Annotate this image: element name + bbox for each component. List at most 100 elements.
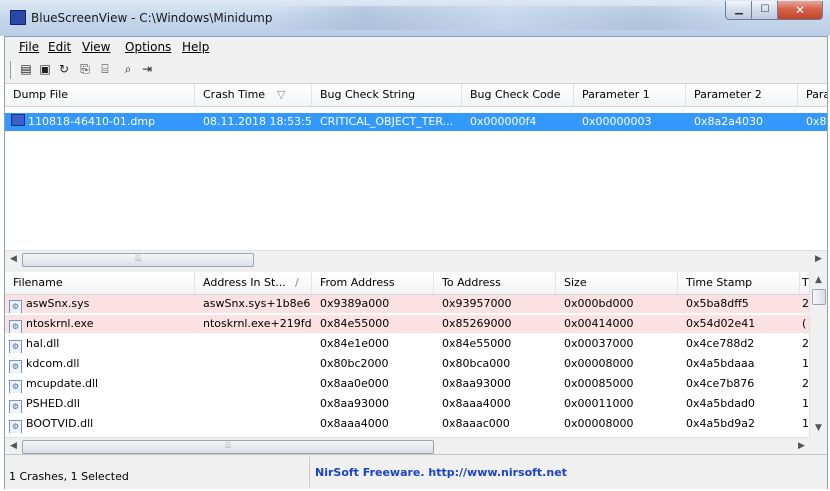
time-stamp-cell: 0x5ba8dff5 (686, 297, 749, 310)
dump-list-header: Dump File Crash Time ▽ Bug Check String B… (5, 84, 827, 107)
size-cell: 0x00008000 (564, 357, 634, 370)
vscroll-thumb[interactable] (812, 289, 826, 305)
address-in-stack-cell: ntoskrnl.exe+219fd0 (203, 317, 312, 330)
dump-list-hscroll[interactable]: ◀ ⦙⦙⦙ ▶ (5, 250, 827, 267)
driver-list-hscroll[interactable]: ◀ ⦙⦙⦙ ▶ (5, 437, 810, 454)
menu-edit[interactable]: Edit (48, 40, 71, 54)
time-stamp-cell: 0x4a5bd9a2 (686, 417, 755, 430)
toolbar-grip (10, 61, 14, 79)
copy-icon[interactable]: ⎘ (77, 61, 93, 77)
size-cell: 0x00414000 (564, 317, 634, 330)
table-row[interactable]: ⚙ ntoskrnl.exe ntoskrnl.exe+219fd0 0x84e550… (5, 315, 810, 333)
html-report-icon[interactable]: ⌸ (97, 61, 113, 77)
time-stamp-cell: 0x4ce7b876 (686, 377, 755, 390)
bug-check-code-cell: 0x000000f4 (470, 115, 537, 128)
size-cell: 0x00037000 (564, 337, 634, 350)
size-cell: 0x000bd000 (564, 297, 634, 310)
table-row[interactable]: ⚙ PSHED.dll 0x8aa93000 0x8aaa4000 0x00011000… (5, 395, 810, 413)
driver-file-icon: ⚙ (9, 360, 22, 373)
col-filename[interactable]: Filename (5, 272, 195, 294)
menu-options[interactable]: Options (125, 40, 171, 54)
dump-list: Dump File Crash Time ▽ Bug Check String B… (5, 84, 827, 267)
col-parameter-3[interactable]: Para (798, 84, 827, 106)
driver-file-icon: ⚙ (9, 340, 22, 353)
driver-file-icon: ⚙ (9, 300, 22, 313)
col-to-address[interactable]: To Address (434, 272, 556, 294)
col-size[interactable]: Size (556, 272, 678, 294)
find-icon[interactable]: ⌕ (120, 61, 136, 77)
table-row[interactable]: ⚙ kdcom.dll 0x80bc2000 0x80bca000 0x00008000… (5, 355, 810, 373)
scroll-left-icon[interactable]: ◀ (5, 251, 22, 267)
scroll-left-icon[interactable]: ◀ (5, 438, 22, 454)
col-time-stamp[interactable]: Time Stamp (678, 272, 800, 294)
scroll-down-icon[interactable]: ▼ (810, 420, 827, 437)
parameter-2-cell: 0x8a2a4030 (694, 115, 763, 128)
col-dump-file[interactable]: Dump File (5, 84, 195, 106)
scroll-thumb[interactable]: ⦙⦙⦙ (22, 253, 254, 267)
col-address-in-stack[interactable]: Address In St... / (195, 272, 312, 294)
sort-marker-icon: / (295, 276, 299, 289)
bluescreenview-window: BlueScreenView - C:\Windows\Minidump ▁ ☐… (0, 0, 830, 491)
exit-icon[interactable]: ⇥ (139, 61, 155, 77)
filename-cell: ⚙ BOOTVID.dll (5, 415, 195, 433)
col-bug-check-string[interactable]: Bug Check String (312, 84, 462, 106)
driver-list: Filename Address In St... / From Address … (5, 272, 827, 454)
maximize-button[interactable]: ☐ (751, 1, 779, 20)
address-in-stack-cell (195, 335, 312, 353)
to-address-cell: 0x93957000 (442, 297, 512, 310)
dump-file-icon (11, 114, 25, 126)
filename-cell: ⚙ aswSnx.sys (5, 295, 195, 313)
driver-file-icon: ⚙ (9, 320, 22, 333)
from-address-cell: 0x84e55000 (320, 317, 390, 330)
driver-list-vscroll[interactable]: ▲ ▼ (809, 272, 827, 454)
to-address-cell: 0x84e55000 (442, 337, 512, 350)
to-address-cell: 0x85269000 (442, 317, 512, 330)
size-cell: 0x00085000 (564, 377, 634, 390)
col-bug-check-code[interactable]: Bug Check Code (462, 84, 574, 106)
parameter-3-cell: 0x8... (806, 115, 827, 128)
menu-file[interactable]: File (19, 40, 39, 54)
table-row[interactable]: ⚙ hal.dll 0x84e1e000 0x84e55000 0x00037000 0x… (5, 335, 810, 353)
menu-view[interactable]: View (82, 40, 110, 54)
table-row[interactable]: ⚙ aswSnx.sys aswSnx.sys+1b8e6 0x9389a000 0x9… (5, 295, 810, 313)
from-address-cell: 0x8aa93000 (320, 397, 389, 410)
bug-check-string-cell: CRITICAL_OBJECT_TER... (320, 115, 454, 128)
app-icon (10, 10, 26, 25)
minimize-button[interactable]: ▁ (725, 1, 753, 20)
scroll-thumb[interactable]: ⦙⦙⦙ (22, 440, 434, 454)
title-bar-background (270, 6, 740, 30)
col-crash-time[interactable]: Crash Time ▽ (195, 84, 312, 106)
window-title: BlueScreenView - C:\Windows\Minidump (31, 11, 273, 25)
col-parameter-2[interactable]: Parameter 2 (686, 84, 798, 106)
table-row[interactable]: ⚙ BOOTVID.dll 0x8aaa4000 0x8aaac000 0x000080… (5, 415, 810, 433)
title-bar[interactable]: BlueScreenView - C:\Windows\Minidump ▁ ☐… (0, 0, 830, 36)
driver-file-icon: ⚙ (9, 400, 22, 413)
time-stamp-cell: 0x54d02e41 (686, 317, 756, 330)
properties-icon[interactable]: ▤ (18, 61, 34, 77)
close-button[interactable]: ✕ (777, 1, 823, 20)
address-in-stack-cell (195, 415, 312, 433)
filename-cell: ⚙ kdcom.dll (5, 355, 195, 373)
status-selection-count: 1 Crashes, 1 Selected (9, 470, 129, 483)
scroll-right-icon[interactable]: ▶ (793, 438, 810, 454)
menu-help[interactable]: Help (182, 40, 209, 54)
save-icon[interactable]: ▣ (37, 61, 53, 77)
col-from-address[interactable]: From Address (312, 272, 434, 294)
sort-descending-icon: ▽ (277, 88, 286, 101)
from-address-cell: 0x80bc2000 (320, 357, 389, 370)
scroll-up-icon[interactable]: ▲ (810, 272, 827, 289)
time-stamp-cell: 0x4a5bdad0 (686, 397, 755, 410)
dump-file-cell: 110818-46410-01.dmp (5, 113, 195, 131)
table-row[interactable]: ⚙ mcupdate.dll 0x8aa0e000 0x8aa93000 0x00085… (5, 375, 810, 393)
refresh-icon[interactable]: ↻ (56, 61, 72, 77)
time-stamp-cell: 0x4ce788d2 (686, 337, 755, 350)
main-frame: File Edit View Options Help ▤ ▣ ↻ ⎘ ⌸ ⌕ … (4, 36, 828, 489)
nirsoft-link[interactable]: NirSoft Freeware. http://www.nirsoft.net (315, 466, 567, 479)
dump-row[interactable]: 110818-46410-01.dmp 08.11.2018 18:53:53 … (5, 113, 827, 131)
crash-time-cell: 08.11.2018 18:53:53 (203, 115, 312, 128)
col-parameter-1[interactable]: Parameter 1 (574, 84, 686, 106)
to-address-cell: 0x8aaac000 (442, 417, 510, 430)
to-address-cell: 0x80bca000 (442, 357, 511, 370)
scroll-right-icon[interactable]: ▶ (810, 251, 827, 267)
address-in-stack-cell (195, 355, 312, 373)
